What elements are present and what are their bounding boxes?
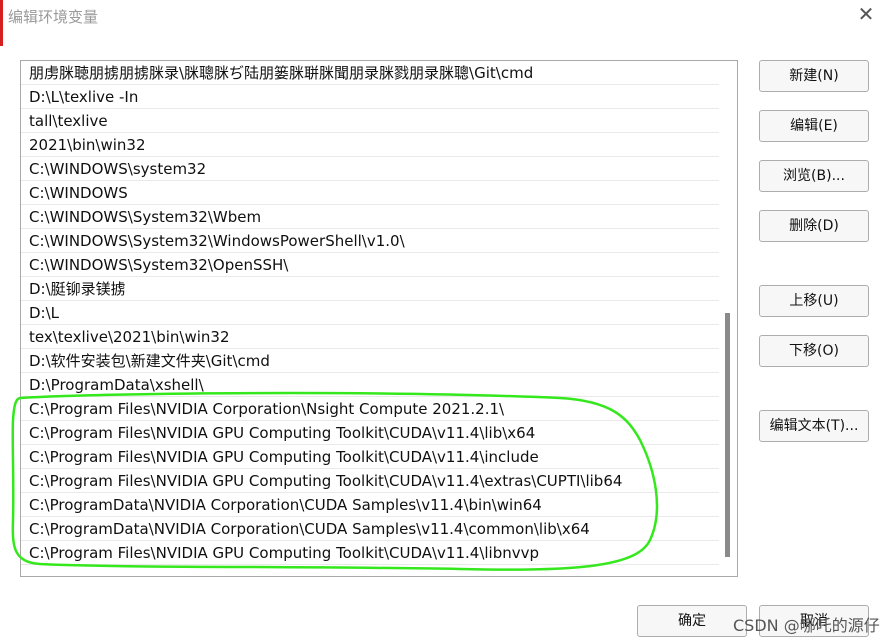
close-icon[interactable]: ✕ [856, 2, 876, 26]
list-item[interactable]: 朋虏脒聴朋掳朋掳脒录\脒聰脒ぢ陆朋篓脒聠脒聞朋录脒戮朋录脒聰\Git\cmd [21, 61, 719, 85]
list-item[interactable]: C:\ProgramData\NVIDIA Corporation\CUDA S… [21, 517, 719, 541]
list-item[interactable]: tall\texlive [21, 109, 719, 133]
edit-button[interactable]: 编辑(E) [759, 110, 869, 142]
list-item[interactable]: C:\Program Files\NVIDIA Corporation\Nsig… [21, 397, 719, 421]
watermark: CSDN @哪吒的源仔 [733, 616, 880, 635]
list-item[interactable]: D:\L [21, 301, 719, 325]
list-item[interactable]: D:\ProgramData\xshell\ [21, 373, 719, 397]
edit-text-button[interactable]: 编辑文本(T)... [759, 410, 869, 442]
list-item[interactable]: C:\WINDOWS\System32\OpenSSH\ [21, 253, 719, 277]
new-button[interactable]: 新建(N) [759, 60, 869, 92]
list-item[interactable]: C:\WINDOWS\System32\WindowsPowerShell\v1… [21, 229, 719, 253]
list-item[interactable]: C:\Program Files\NVIDIA GPU Computing To… [21, 445, 719, 469]
delete-button[interactable]: 删除(D) [759, 210, 869, 242]
move-down-button[interactable]: 下移(O) [759, 335, 869, 367]
list-item[interactable]: C:\Program Files\NVIDIA GPU Computing To… [21, 421, 719, 445]
list-item[interactable]: C:\Program Files\NVIDIA GPU Computing To… [21, 469, 719, 493]
browse-button[interactable]: 浏览(B)... [759, 160, 869, 192]
list-item[interactable]: D:\L\texlive -In [21, 85, 719, 109]
list-item[interactable]: C:\WINDOWS\System32\Wbem [21, 205, 719, 229]
ok-button[interactable]: 确定 [637, 605, 747, 637]
list-item[interactable]: C:\WINDOWS [21, 181, 719, 205]
title-bar: 编辑环境变量 ✕ [0, 0, 880, 46]
path-list[interactable]: 朋虏脒聴朋掳朋掳脒录\脒聰脒ぢ陆朋篓脒聠脒聞朋录脒戮朋录脒聰\Git\cmd D… [20, 60, 738, 577]
list-item[interactable]: D:\脡铆录镁掳 [21, 277, 719, 301]
list-item[interactable]: tex\texlive\2021\bin\win32 [21, 325, 719, 349]
list-item[interactable]: 2021\bin\win32 [21, 133, 719, 157]
list-item[interactable]: C:\WINDOWS\system32 [21, 157, 719, 181]
list-item[interactable]: C:\ProgramData\NVIDIA Corporation\CUDA S… [21, 493, 719, 517]
list-item[interactable]: C:\Program Files\NVIDIA GPU Computing To… [21, 541, 719, 565]
scrollbar-thumb[interactable] [725, 313, 730, 557]
window-title: 编辑环境变量 [8, 8, 99, 26]
list-item[interactable]: D:\软件安装包\新建文件夹\Git\cmd [21, 349, 719, 373]
move-up-button[interactable]: 上移(U) [759, 285, 869, 317]
window-edge-accent [0, 0, 3, 46]
